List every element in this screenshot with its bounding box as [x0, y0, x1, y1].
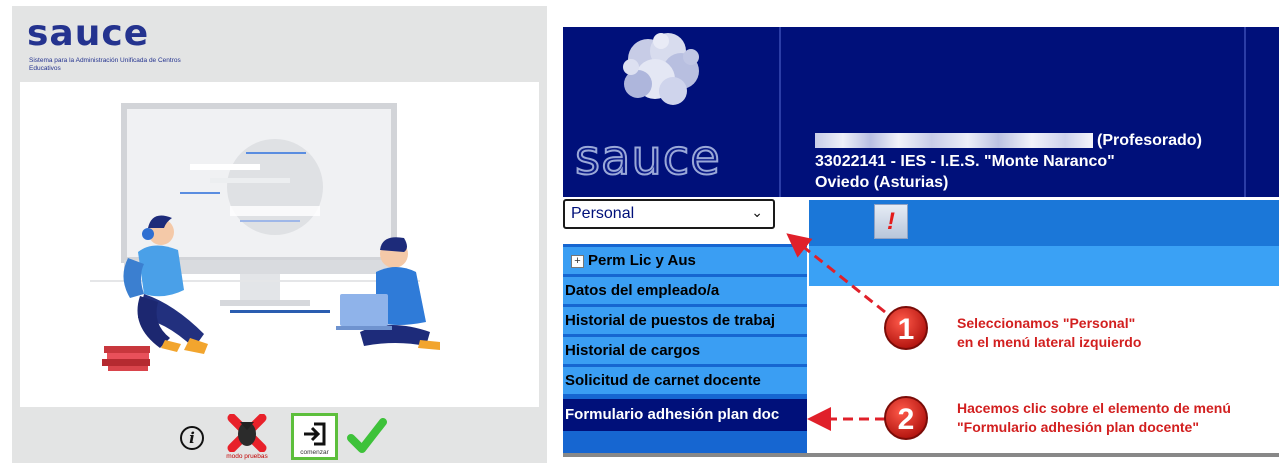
info-icon[interactable]: i: [180, 426, 204, 450]
annotation-badge-1: 1: [884, 306, 928, 350]
annotation-badge-2: 2: [884, 396, 928, 440]
annotation-2-line1: Hacemos clic sobre el elemento de menú: [957, 400, 1231, 416]
welcome-illustration: [20, 82, 539, 407]
annotation-1-line2: en el menú lateral izquierdo: [957, 334, 1142, 350]
sauce-logo: sauce: [27, 13, 150, 54]
start-button[interactable]: comenzar: [291, 413, 338, 460]
sauce-logo-subtitle: Sistema para la Administración Unificada…: [29, 57, 181, 72]
test-mode-icon: [227, 414, 267, 452]
annotation-arrow-1: [786, 233, 886, 314]
test-mode-button[interactable]: modo pruebas: [226, 414, 268, 460]
annotation-2-line2: "Formulario adhesión plan docente": [957, 419, 1199, 435]
badge-number-1: 1: [898, 313, 915, 346]
test-mode-label: modo pruebas: [226, 453, 268, 460]
start-label: comenzar: [300, 449, 329, 456]
welcome-toolbar: i modo pruebas comenzar: [12, 410, 547, 463]
annotation-text-2: Hacemos clic sobre el elemento de menú "…: [957, 399, 1231, 437]
annotation-text-1: Seleccionamos "Personal" en el menú late…: [957, 314, 1141, 352]
badge-number-2: 2: [898, 403, 915, 436]
login-icon: [303, 422, 325, 445]
annotation-1-line1: Seleccionamos "Personal": [957, 315, 1136, 331]
checkmark-icon[interactable]: [345, 416, 389, 456]
annotation-overlay: 1 2: [786, 233, 928, 440]
sauce-welcome-panel: sauce Sistema para la Administración Uni…: [12, 6, 547, 463]
sauce-app-screenshot: sauce (Profesorado) 33022141 - IES - I.E…: [563, 27, 1279, 457]
